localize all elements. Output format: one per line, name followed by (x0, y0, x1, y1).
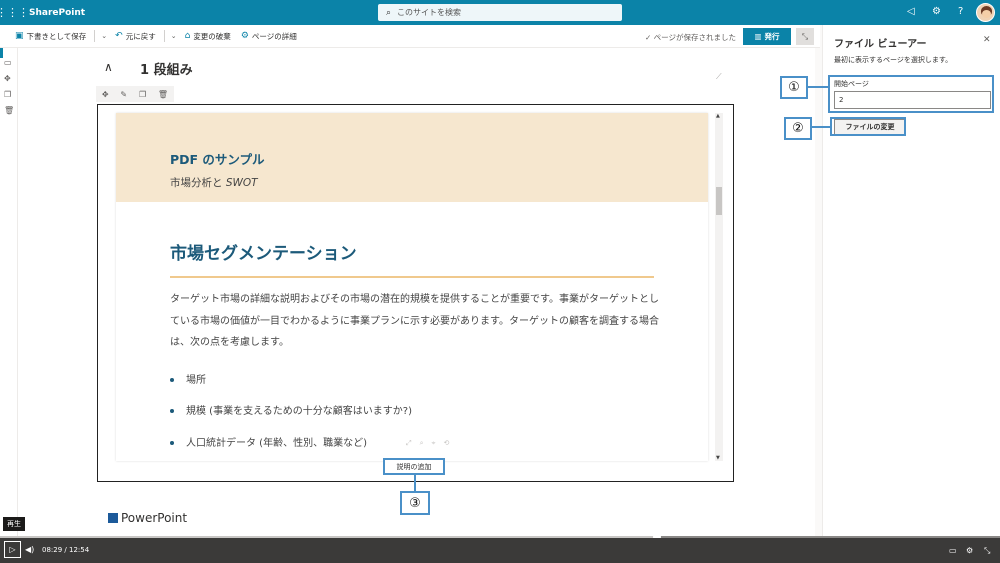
section-title: 1 段組み (140, 63, 193, 78)
collapse-icon[interactable]: ⤡ (796, 28, 814, 45)
gear-icon: ⚙ (240, 31, 249, 41)
panel-description: 最初に表示するページを選択します。 (834, 56, 953, 64)
publish-icon: ▥ (754, 32, 762, 41)
list-item: 場所 (170, 371, 206, 386)
fullscreen-icon[interactable]: ⤡ (984, 546, 990, 556)
list-item: 人口統計データ (年齢、性別、職業など) (170, 434, 367, 449)
viewer-scrollbar[interactable]: ▲ ▼ (715, 113, 723, 461)
undo-label: 元に戻す (125, 31, 156, 41)
chevron-down-icon[interactable]: ⌄ (168, 32, 180, 40)
undo-icon: ↶ (115, 31, 123, 41)
duplicate-icon[interactable]: ❐ (139, 90, 146, 99)
page-details-label: ページの詳細 (251, 31, 297, 41)
time-display: 08:29 / 12:54 (42, 546, 90, 554)
play-tooltip: 再生 (3, 517, 25, 531)
save-icon: ▣ (15, 31, 24, 41)
pdf-subtitle: 市場分析と SWOT (170, 177, 258, 189)
scroll-thumb[interactable] (716, 187, 722, 215)
next-section-label: PowerPoint (108, 511, 187, 525)
move-icon[interactable]: ✥ (102, 90, 109, 99)
save-draft-button[interactable]: ▣ 下書きとして保存 (10, 31, 91, 42)
discard-button[interactable]: ⌂ 変更の破棄 (180, 31, 236, 42)
page-details-button[interactable]: ⚙ ページの詳細 (236, 31, 302, 42)
megaphone-icon[interactable]: ◁ (907, 6, 915, 17)
viewer-toolbar-faint: ⤢⌕⌖⟲ (406, 439, 458, 447)
play-button[interactable]: ▷ (4, 541, 21, 558)
edit-icon[interactable]: ✎ (120, 90, 127, 99)
volume-icon[interactable]: ◀) (25, 545, 34, 554)
annotation-connector (812, 126, 830, 128)
publish-label: 発行 (764, 32, 780, 41)
divider (94, 30, 96, 42)
publish-button[interactable]: ▥ 発行 (743, 28, 791, 45)
file-viewer-webpart[interactable]: PDF のサンプル 市場分析と SWOT 市場セグメンテーション ターゲット市場… (97, 104, 734, 482)
pdf-heading-rule (170, 276, 654, 278)
search-icon: ⌕ (386, 7, 392, 18)
panel-title: ファイル ビューアー (834, 39, 927, 50)
gear-icon[interactable]: ⚙ (966, 546, 973, 555)
divider (163, 30, 165, 42)
pdf-page: PDF のサンプル 市場分析と SWOT 市場セグメンテーション ターゲット市場… (116, 113, 708, 461)
active-indicator (0, 48, 3, 58)
waffle-icon[interactable]: ⋮⋮⋮ (0, 0, 29, 25)
annotation-three: ③ (400, 491, 430, 515)
annotation-highlight-start-page (828, 75, 994, 113)
scroll-up-icon[interactable]: ▲ (716, 113, 720, 119)
discard-label: 変更の破棄 (193, 31, 231, 41)
annotation-highlight-change-file (830, 117, 906, 136)
pdf-title: PDF のサンプル (170, 152, 265, 167)
chevron-down-icon[interactable]: ⌄ (98, 32, 110, 40)
annotation-connector (808, 86, 828, 88)
gear-icon[interactable]: ⚙ (932, 6, 941, 17)
annotation-connector (414, 475, 416, 491)
resize-icon[interactable]: ⟋ (716, 72, 722, 82)
pdf-heading: 市場セグメンテーション (170, 244, 357, 264)
move-icon[interactable]: ✥ (4, 74, 11, 83)
video-player-bar (0, 538, 1000, 563)
delete-icon[interactable]: 🗑 (158, 90, 168, 99)
delete-icon[interactable]: 🗑 (4, 106, 14, 115)
command-bar: ▣ 下書きとして保存 ⌄ ↶ 元に戻す ⌄ ⌂ 変更の破棄 ⚙ ページの詳細 ✓… (0, 25, 820, 48)
square-icon (108, 513, 118, 523)
avatar[interactable] (976, 3, 995, 22)
brand-name[interactable]: SharePoint (29, 8, 85, 18)
duplicate-icon[interactable]: ❐ (4, 90, 11, 99)
discard-icon: ⌂ (184, 31, 191, 41)
chevron-up-icon[interactable]: ∧ (104, 60, 113, 74)
saved-status: ✓ ページが保存されました (645, 33, 737, 42)
captions-icon[interactable]: ▭ (949, 546, 957, 555)
annotation-two: ② (784, 117, 812, 140)
save-draft-label: 下書きとして保存 (26, 31, 87, 41)
left-toolbox: ▭ ✥ ❐ 🗑 (0, 48, 18, 538)
add-caption-button[interactable]: 説明の追加 (383, 458, 445, 475)
webpart-toolbar: ✥ ✎ ❐ 🗑 (96, 86, 174, 102)
list-item: 規模 (事業を支えるための十分な顧客はいますか?) (170, 402, 412, 417)
annotation-one: ① (780, 76, 808, 99)
search-box[interactable]: ⌕ このサイトを検索 (378, 4, 622, 21)
comment-icon[interactable]: ▭ (4, 58, 12, 67)
undo-button[interactable]: ↶ 元に戻す (110, 31, 161, 42)
close-icon[interactable]: ✕ (983, 35, 991, 45)
help-icon[interactable]: ? (958, 6, 963, 17)
search-placeholder: このサイトを検索 (397, 8, 462, 17)
pdf-paragraph: ターゲット市場の詳細な説明およびその市場の潜在的規模を提供することが重要です。事… (170, 294, 659, 348)
scroll-down-icon[interactable]: ▼ (716, 455, 720, 461)
